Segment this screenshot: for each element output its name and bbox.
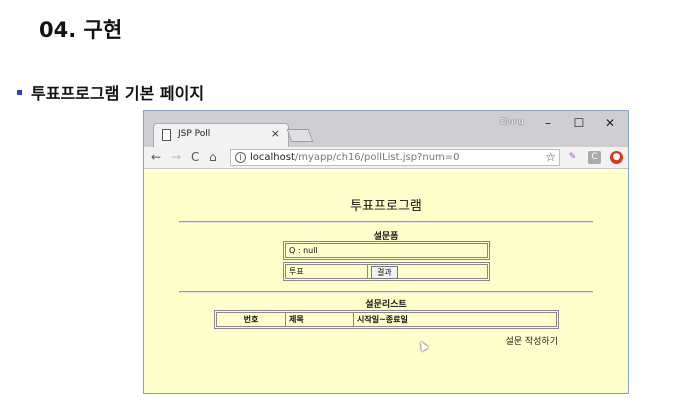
question-box-inner: Q : null — [285, 243, 488, 258]
vote-label: 투표 — [286, 265, 368, 278]
page-icon — [162, 129, 171, 141]
browser-tab[interactable]: JSP Poll × — [153, 123, 289, 147]
back-icon[interactable]: ← — [151, 150, 161, 164]
forward-icon[interactable]: → — [171, 150, 181, 164]
reload-icon[interactable]: C — [191, 150, 199, 164]
column-header-title: 제목 — [286, 313, 354, 326]
page-heading: 투표프로그램 — [350, 199, 422, 214]
column-header-dates: 시작일~종료일 — [357, 315, 408, 324]
tab-close-icon[interactable]: × — [271, 127, 280, 140]
result-button[interactable]: 결과 — [371, 266, 398, 279]
toolbar: ← → C ⌂ i localhost/myapp/ch16/pollList.… — [144, 147, 628, 169]
column-header-number: 번호 — [217, 313, 286, 326]
url-path: /myapp/ch16/pollList.jsp?num=0 — [294, 152, 460, 163]
divider — [179, 221, 593, 223]
url-host: localhost — [250, 152, 295, 163]
minimize-icon[interactable]: – — [534, 113, 562, 133]
address-bar[interactable]: i localhost/myapp/ch16/pollList.jsp?num=… — [230, 149, 560, 166]
question-text: Q : null — [289, 246, 318, 255]
close-icon[interactable]: ✕ — [596, 113, 624, 133]
tab-title: JSP Poll — [178, 129, 211, 139]
user-profile-badge[interactable]: DJung — [500, 117, 524, 126]
bullet-text: 투표프로그램 기본 페이지 — [31, 84, 205, 103]
poll-list-table: 번호 제목 시작일~종료일 — [214, 310, 559, 329]
maximize-icon[interactable]: ☐ — [565, 113, 593, 133]
vote-box-inner: 투표 결과 — [285, 264, 488, 279]
vote-box: 투표 결과 — [283, 262, 490, 281]
home-icon[interactable]: ⌂ — [209, 150, 217, 164]
url-text: localhost/myapp/ch16/pollList.jsp?num=0 — [250, 152, 460, 163]
mouse-cursor-icon — [417, 339, 429, 352]
info-icon[interactable]: i — [235, 152, 246, 163]
poll-list-header-row: 번호 제목 시작일~종료일 — [216, 312, 557, 327]
create-poll-link[interactable]: 설문 작성하기 — [505, 334, 558, 347]
c-extension-icon[interactable]: C — [588, 151, 601, 164]
feather-extension-icon[interactable]: ✎ — [566, 151, 579, 164]
divider — [179, 291, 593, 293]
page-content: 투표프로그램 설문폼 Q : null 투표 결과 설문리스트 번호 제목 시작… — [144, 170, 628, 393]
new-tab-button[interactable] — [286, 129, 314, 142]
browser-window: JSP Poll × DJung – ☐ ✕ ← → C ⌂ i localho… — [143, 110, 629, 394]
question-box: Q : null — [283, 241, 490, 260]
slide-title: 04. 구현 — [39, 18, 123, 42]
poll-list-label: 설문리스트 — [365, 300, 407, 310]
result-cell: 결과 — [368, 265, 487, 279]
bullet-marker — [17, 89, 22, 95]
ublock-extension-icon[interactable]: ● — [610, 151, 623, 164]
bookmark-star-icon[interactable]: ☆ — [545, 150, 556, 164]
bullet-line: 투표프로그램 기본 페이지 — [17, 80, 204, 104]
title-bar: JSP Poll × DJung – ☐ ✕ — [144, 111, 628, 147]
